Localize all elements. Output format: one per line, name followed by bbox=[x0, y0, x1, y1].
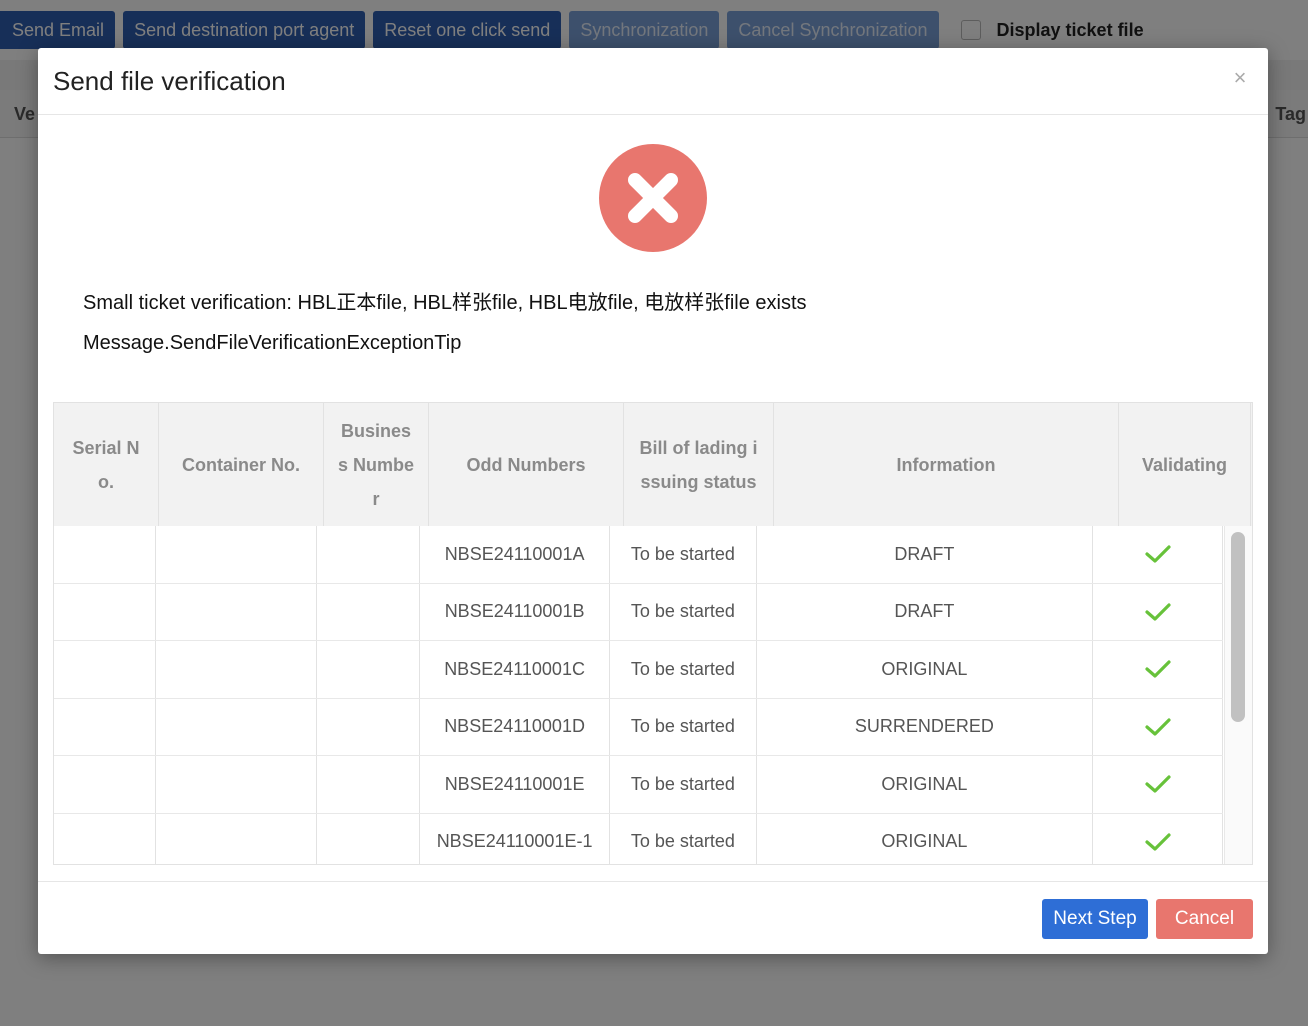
cell-container bbox=[156, 526, 318, 583]
check-icon bbox=[1145, 603, 1171, 621]
cell-validating bbox=[1093, 583, 1223, 640]
cell-validating bbox=[1093, 756, 1223, 813]
cell-serial bbox=[54, 698, 157, 755]
cell-validating bbox=[1093, 641, 1223, 698]
table-row[interactable]: NBSE24110001E To be started ORIGINAL bbox=[54, 756, 1223, 814]
cell-business bbox=[317, 698, 420, 755]
cell-status: To be started bbox=[610, 698, 757, 755]
cell-odd: NBSE24110001E bbox=[420, 756, 611, 813]
cell-status: To be started bbox=[610, 813, 757, 864]
cell-business bbox=[317, 583, 420, 640]
cell-business bbox=[317, 813, 420, 864]
column-header-odd-numbers: Odd Numbers bbox=[429, 403, 624, 526]
cell-info: DRAFT bbox=[757, 583, 1094, 640]
cell-container bbox=[156, 641, 318, 698]
close-icon[interactable]: × bbox=[1230, 65, 1250, 90]
next-step-button[interactable]: Next Step bbox=[1042, 899, 1148, 939]
cell-info: ORIGINAL bbox=[757, 641, 1094, 698]
cell-serial bbox=[54, 756, 157, 813]
cell-status: To be started bbox=[610, 641, 757, 698]
cell-serial bbox=[54, 583, 157, 640]
verification-message: Small ticket verification: HBL正本file, HB… bbox=[83, 292, 807, 314]
cell-container bbox=[156, 698, 318, 755]
scrollbar-thumb[interactable] bbox=[1231, 532, 1245, 722]
table-row[interactable]: NBSE24110001D To be started SURRENDERED bbox=[54, 698, 1223, 756]
cell-business bbox=[317, 756, 420, 813]
modal-footer: Next Step Cancel bbox=[38, 881, 1268, 954]
table-header: Serial No. Container No. Business Number… bbox=[54, 403, 1252, 526]
table-row[interactable]: NBSE24110001C To be started ORIGINAL bbox=[54, 641, 1223, 699]
table-row[interactable]: NBSE24110001A To be started DRAFT bbox=[54, 526, 1223, 584]
column-header-container: Container No. bbox=[159, 403, 324, 526]
cell-serial bbox=[54, 813, 157, 864]
cell-info: ORIGINAL bbox=[757, 756, 1094, 813]
modal-title: Send file verification bbox=[53, 66, 286, 96]
verification-table: Serial No. Container No. Business Number… bbox=[53, 402, 1253, 865]
cell-status: To be started bbox=[610, 583, 757, 640]
cell-container bbox=[156, 583, 318, 640]
cell-validating bbox=[1093, 526, 1223, 583]
cell-serial bbox=[54, 526, 157, 583]
cell-info: DRAFT bbox=[757, 526, 1094, 583]
cell-odd: NBSE24110001C bbox=[420, 641, 611, 698]
cell-validating bbox=[1093, 813, 1223, 864]
cell-validating bbox=[1093, 698, 1223, 755]
check-icon bbox=[1145, 545, 1171, 563]
cell-container bbox=[156, 813, 318, 864]
column-header-business: Business Number bbox=[324, 403, 429, 526]
check-icon bbox=[1145, 660, 1171, 678]
exception-tip-message: Message.SendFileVerificationExceptionTip bbox=[83, 332, 462, 354]
x-circle-icon bbox=[599, 144, 707, 252]
table-scrollbar[interactable] bbox=[1224, 526, 1252, 864]
check-icon bbox=[1145, 833, 1171, 851]
send-file-verification-modal: Send file verification × Small ticket ve… bbox=[38, 48, 1268, 954]
cell-business bbox=[317, 641, 420, 698]
cell-business bbox=[317, 526, 420, 583]
cell-container bbox=[156, 756, 318, 813]
check-icon bbox=[1145, 775, 1171, 793]
cell-info: ORIGINAL bbox=[757, 813, 1094, 864]
cell-odd: NBSE24110001B bbox=[420, 583, 611, 640]
cell-serial bbox=[54, 641, 157, 698]
check-icon bbox=[1145, 718, 1171, 736]
cell-odd: NBSE24110001E-1 bbox=[420, 813, 611, 864]
cell-info: SURRENDERED bbox=[757, 698, 1094, 755]
table-body: NBSE24110001A To be started DRAFT NBSE24110… bbox=[54, 526, 1223, 864]
table-row[interactable]: NBSE24110001E-1 To be started ORIGINAL bbox=[54, 813, 1223, 864]
column-header-serial: Serial No. bbox=[54, 403, 159, 526]
table-row[interactable]: NBSE24110001B To be started DRAFT bbox=[54, 583, 1223, 641]
column-header-bl-status: Bill of lading issuing status bbox=[624, 403, 774, 526]
column-header-validating: Validating bbox=[1119, 403, 1251, 526]
cell-status: To be started bbox=[610, 526, 757, 583]
cell-odd: NBSE24110001A bbox=[420, 526, 611, 583]
cancel-button[interactable]: Cancel bbox=[1156, 899, 1253, 939]
column-header-information: Information bbox=[774, 403, 1119, 526]
cell-status: To be started bbox=[610, 756, 757, 813]
modal-header: Send file verification × bbox=[38, 48, 1268, 115]
cell-odd: NBSE24110001D bbox=[420, 698, 611, 755]
